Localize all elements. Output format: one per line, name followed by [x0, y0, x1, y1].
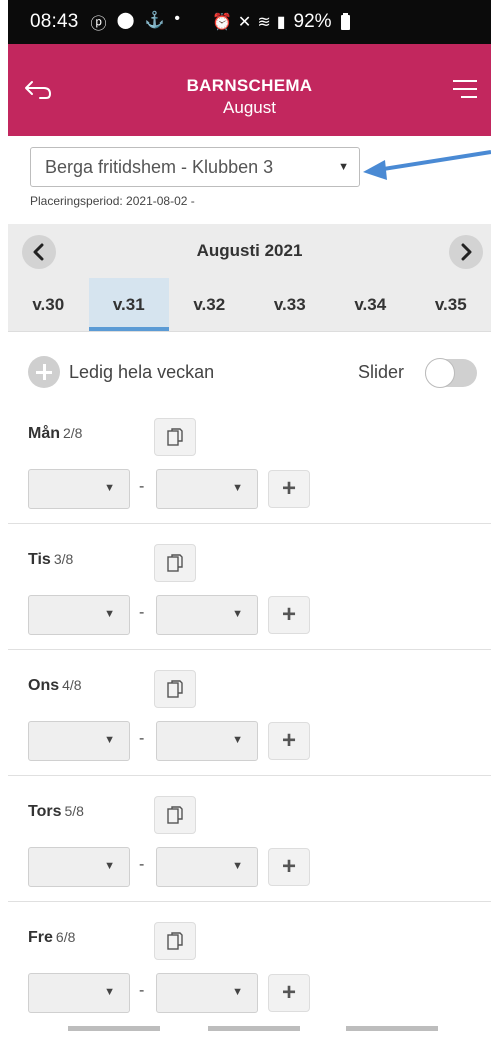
app-subtitle: August: [223, 98, 276, 117]
start-time-select[interactable]: ▼: [28, 973, 130, 1013]
day-date: 2/8: [63, 425, 83, 441]
usb-icon: ⚓: [144, 12, 165, 29]
add-time-button[interactable]: +: [268, 974, 310, 1012]
day-name: Ons: [28, 677, 60, 694]
chevron-down-icon: ▼: [104, 986, 115, 998]
end-time-select[interactable]: ▼: [156, 469, 258, 509]
add-circle-icon[interactable]: [28, 356, 60, 388]
copy-icon: [167, 680, 183, 698]
slider-label: Slider: [358, 362, 405, 382]
free-week-row: Ledig hela veckan Slider: [8, 354, 491, 392]
annotation-arrow-icon: [363, 150, 491, 180]
mute-icon: ✕: [237, 14, 252, 31]
day-row-tue: Tis 3/8 ▼ - ▼ +: [8, 524, 491, 650]
main-content: Berga fritidshem - Klubben 3 ▼ Placering…: [8, 136, 491, 1039]
signal-icon: ▮: [276, 14, 286, 31]
time-separator: -: [139, 982, 145, 999]
day-name: Tors: [28, 803, 62, 820]
bottom-scroll-indicator: [68, 1026, 448, 1032]
battery-percentage: 92%: [293, 11, 332, 32]
add-time-button[interactable]: +: [268, 848, 310, 886]
add-time-button[interactable]: +: [268, 596, 310, 634]
copy-button[interactable]: [154, 796, 196, 834]
end-time-select[interactable]: ▼: [156, 721, 258, 761]
slider-toggle[interactable]: [425, 358, 477, 388]
chevron-down-icon: ▼: [232, 986, 243, 998]
add-time-button[interactable]: +: [268, 722, 310, 760]
chevron-down-icon: ▼: [232, 608, 243, 620]
time-separator: -: [139, 604, 145, 621]
end-time-select[interactable]: ▼: [156, 847, 258, 887]
chevron-right-icon: [461, 243, 472, 261]
tab-week-33[interactable]: v.33: [250, 278, 331, 331]
tab-week-30[interactable]: v.30: [8, 278, 89, 331]
start-time-select[interactable]: ▼: [28, 469, 130, 509]
chevron-down-icon: ▼: [338, 161, 349, 173]
copy-icon: [167, 806, 183, 824]
start-time-select[interactable]: ▼: [28, 595, 130, 635]
day-row-wed: Ons 4/8 ▼ - ▼ +: [8, 650, 491, 776]
time-separator: -: [139, 856, 145, 873]
time-separator: -: [139, 478, 145, 495]
status-time: 08:43: [30, 11, 79, 32]
copy-button[interactable]: [154, 670, 196, 708]
start-time-select[interactable]: ▼: [28, 847, 130, 887]
chevron-down-icon: ▼: [232, 734, 243, 746]
copy-button[interactable]: [154, 922, 196, 960]
copy-button[interactable]: [154, 418, 196, 456]
day-row-mon: Mån 2/8 ▼ - ▼ +: [8, 398, 491, 524]
week-tabs: v.30 v.31 v.32 v.33 v.34 v.35: [8, 278, 491, 332]
chevron-down-icon: ▼: [232, 860, 243, 872]
month-label: Augusti 2021: [196, 241, 303, 260]
time-separator: -: [139, 730, 145, 747]
day-date: 3/8: [53, 551, 74, 567]
copy-button[interactable]: [154, 544, 196, 582]
copy-icon: [167, 932, 183, 950]
dot-icon: •: [174, 10, 180, 27]
free-week-label[interactable]: Ledig hela veckan: [69, 362, 214, 383]
day-date: 4/8: [62, 677, 82, 693]
start-time-select[interactable]: ▼: [28, 721, 130, 761]
day-date: 5/8: [64, 803, 84, 819]
end-time-select[interactable]: ▼: [156, 973, 258, 1013]
tab-week-35[interactable]: v.35: [411, 278, 491, 331]
app-title: BARNSCHEMA: [186, 76, 313, 95]
copy-icon: [167, 428, 183, 446]
menu-icon[interactable]: [453, 80, 477, 100]
alarm-icon: ⏰: [212, 14, 232, 31]
day-name: Tis: [28, 551, 51, 568]
battery-icon: [340, 12, 350, 30]
chevron-down-icon: ▼: [104, 860, 115, 872]
wifi-icon: ≋: [257, 14, 271, 31]
placement-select[interactable]: Berga fritidshem - Klubben 3 ▼: [30, 147, 360, 187]
chevron-down-icon: ▼: [104, 734, 115, 746]
next-month-button[interactable]: [449, 235, 483, 269]
placement-select-value: Berga fritidshem - Klubben 3: [45, 157, 274, 177]
end-time-select[interactable]: ▼: [156, 595, 258, 635]
placement-period: Placeringsperiod: 2021-08-02 -: [30, 194, 195, 208]
tab-week-34[interactable]: v.34: [330, 278, 411, 331]
tab-week-31[interactable]: v.31: [88, 278, 169, 331]
chevron-down-icon: ▼: [104, 482, 115, 494]
chevron-down-icon: ▼: [232, 482, 243, 494]
location-icon: ⬤: [116, 12, 135, 29]
day-row-fri: Fre 6/8 ▼ - ▼ +: [8, 902, 491, 1028]
notification-icon: ⓟ: [90, 16, 107, 33]
day-row-thu: Tors 5/8 ▼ - ▼ +: [8, 776, 491, 902]
add-time-button[interactable]: +: [268, 470, 310, 508]
status-bar: 08:43 ⓟ ⬤ ⚓ • ⏰ ✕ ≋ ▮ 92%: [8, 0, 491, 44]
copy-icon: [167, 554, 183, 572]
day-date: 6/8: [55, 929, 76, 945]
day-name: Mån: [28, 425, 60, 442]
month-navigation: Augusti 2021: [8, 224, 491, 278]
tab-week-32[interactable]: v.32: [169, 278, 250, 331]
day-name: Fre: [28, 929, 53, 946]
app-bar: BARNSCHEMA August: [8, 44, 491, 136]
chevron-down-icon: ▼: [104, 608, 115, 620]
